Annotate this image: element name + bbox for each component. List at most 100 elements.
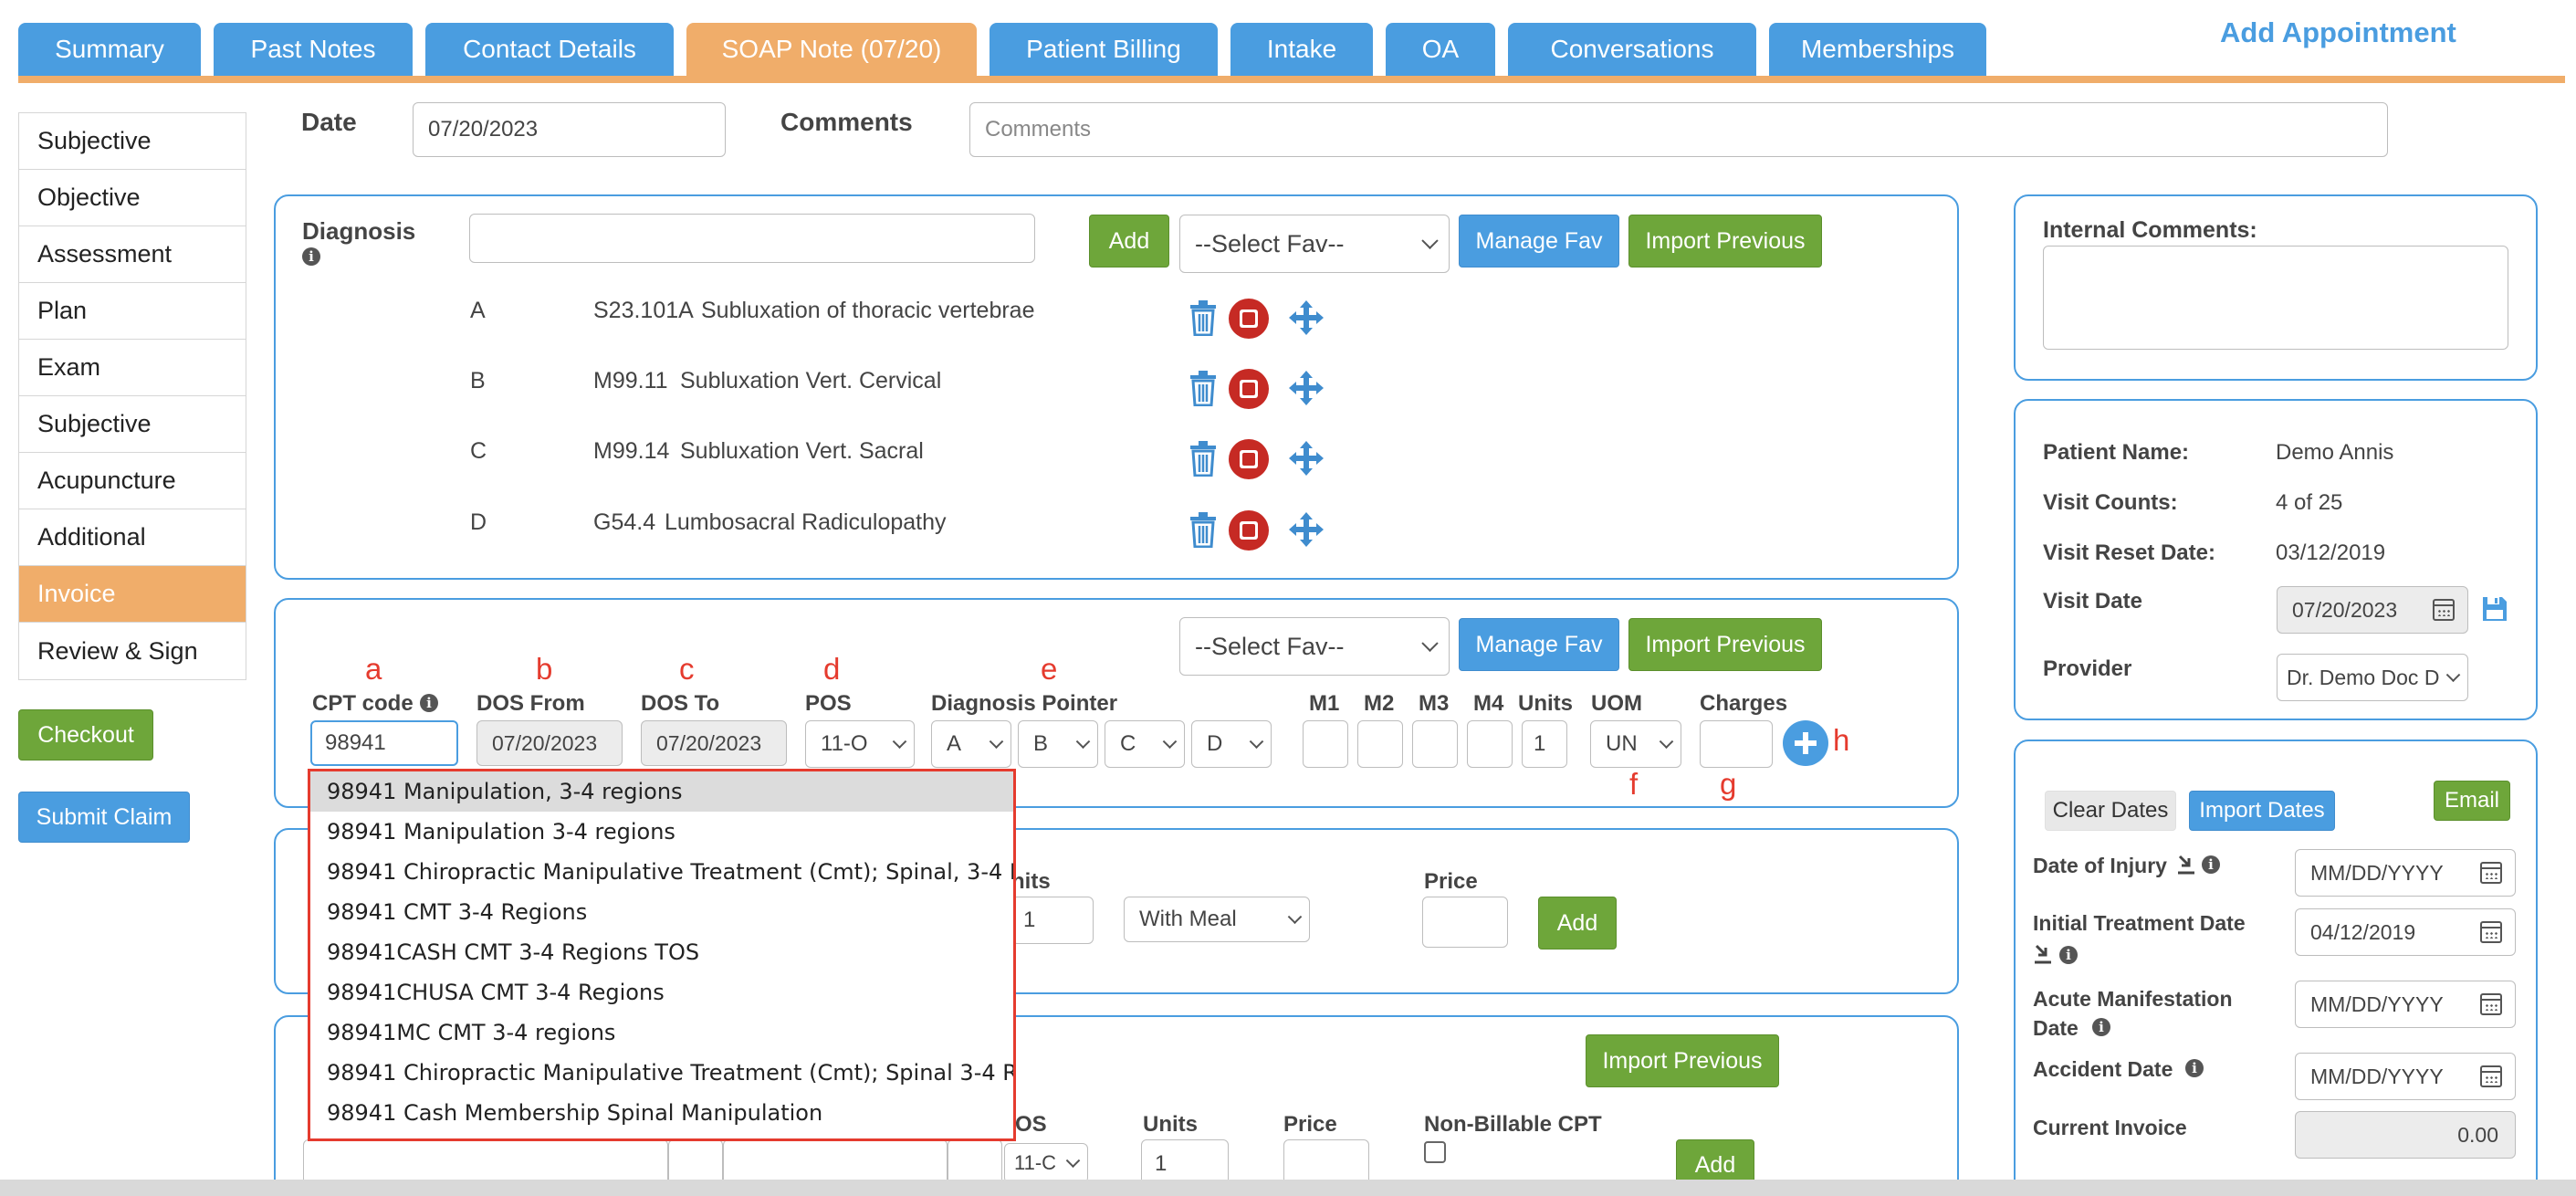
cpt-suggestion-item[interactable]: 98941 Chiropractic Manipulative Treatmen… [310,852,1013,892]
tab-conversations[interactable]: Conversations [1508,23,1756,76]
move-icon[interactable] [1288,440,1325,477]
cpt-suggestion-item[interactable]: 98941MC CMT 3-4 regions [310,1012,1013,1053]
trash-icon[interactable] [1189,370,1218,406]
initial-treatment-info-icon[interactable]: i [2059,946,2078,964]
tab-patient-billing[interactable]: Patient Billing [990,23,1218,76]
cpt-code-info-icon[interactable]: i [420,694,438,712]
date-input[interactable]: 07/20/2023 [413,102,726,157]
cpt-suggestion-item[interactable]: 98941 Cash Membership Spinal Manipulatio… [310,1093,1013,1133]
email-button[interactable]: Email [2434,781,2510,821]
move-icon[interactable] [1288,299,1325,336]
date-of-injury-input[interactable]: MM/DD/YYYY [2295,849,2516,897]
accident-date-info-icon[interactable]: i [2185,1059,2204,1077]
trash-icon[interactable] [1189,511,1218,548]
acute-manifestation-date-input[interactable]: MM/DD/YYYY [2295,981,2516,1028]
meal-select[interactable]: With Meal [1124,897,1310,942]
move-icon[interactable] [1288,511,1325,548]
nav-item-subjective-2[interactable]: Subjective [19,396,246,453]
units-input[interactable]: 1 [1522,720,1567,768]
tab-past-notes[interactable]: Past Notes [214,23,413,76]
diagnosis-pointer-4-select[interactable]: D [1191,720,1272,768]
nav-item-invoice[interactable]: Invoice [19,566,246,623]
stop-icon[interactable] [1229,369,1269,409]
tab-summary[interactable]: Summary [18,23,201,76]
cpt-suggestion-item[interactable]: 98941 Chiropractic Manipulative Treatmen… [310,1053,1013,1093]
cpt-suggestion-item[interactable]: 98941CASH CMT 3-4 Regions TOS [310,932,1013,972]
nav-item-additional[interactable]: Additional [19,509,246,566]
nav-item-exam[interactable]: Exam [19,340,246,396]
trash-icon[interactable] [1189,299,1218,336]
clear-dates-button[interactable]: Clear Dates [2045,791,2176,831]
non-billable-checkbox[interactable] [1424,1141,1446,1163]
supplement-units-input[interactable]: 1 [1011,897,1094,944]
cpt-suggestion-item[interactable]: 98941CHUSA CMT 3-4 Regions [310,972,1013,1012]
diagnosis-add-button[interactable]: Add [1089,215,1169,268]
nav-item-acupuncture[interactable]: Acupuncture [19,453,246,509]
cpt-code-input[interactable]: 98941 [310,720,458,766]
diagnosis-pointer-2-select[interactable]: B [1018,720,1098,768]
calendar-icon[interactable] [2480,862,2502,884]
nav-item-plan[interactable]: Plan [19,283,246,340]
accident-date-input[interactable]: MM/DD/YYYY [2295,1053,2516,1100]
cpt-import-previous-button[interactable]: Import Previous [1628,618,1822,671]
tab-intake[interactable]: Intake [1230,23,1373,76]
pos-select[interactable]: 11-O [805,720,915,768]
cpt-manage-fav-button[interactable]: Manage Fav [1459,618,1619,671]
internal-comments-textarea[interactable] [2043,246,2508,350]
stop-icon[interactable] [1229,299,1269,339]
diagnosis-import-previous-button[interactable]: Import Previous [1628,215,1822,268]
tab-soap-note[interactable]: SOAP Note (07/20) [686,23,977,76]
diagnosis-pointer-1-select[interactable]: A [931,720,1011,768]
modifier-1-input[interactable] [1303,720,1348,768]
cpt-suggestion-item[interactable]: 98941 CMT 3-4 Regions [310,892,1013,932]
submit-claim-button[interactable]: Submit Claim [18,792,190,843]
initial-treatment-date-input[interactable]: 04/12/2019 [2295,908,2516,956]
nav-item-assessment[interactable]: Assessment [19,226,246,283]
import-dates-button[interactable]: Import Dates [2189,791,2335,831]
save-icon[interactable] [2481,595,2508,623]
uom-select[interactable]: UN [1590,720,1681,768]
add-cpt-line-icon[interactable] [1782,719,1829,767]
stop-icon[interactable] [1229,439,1269,479]
calendar-icon[interactable] [2480,921,2502,943]
comments-input[interactable]: Comments [969,102,2388,157]
tab-memberships[interactable]: Memberships [1769,23,1986,76]
supplement-price-input[interactable] [1422,897,1508,948]
move-icon[interactable] [1288,370,1325,406]
add-appointment-link[interactable]: Add Appointment [2220,16,2456,49]
cpt-suggestion-item[interactable]: 98941 Manipulation, 3-4 regions [310,771,1013,812]
dos-from-input[interactable]: 07/20/2023 [476,720,623,766]
calendar-icon[interactable] [2433,599,2455,621]
nav-item-subjective[interactable]: Subjective [19,113,246,170]
calendar-icon[interactable] [2480,993,2502,1015]
dos-to-input[interactable]: 07/20/2023 [641,720,787,766]
service-pos-select[interactable]: 11-C [1004,1143,1088,1183]
nav-item-objective[interactable]: Objective [19,170,246,226]
service-os-label: OS [1015,1112,1047,1137]
diagnosis-info-icon[interactable]: i [302,247,320,266]
supplement-add-button[interactable]: Add [1538,897,1617,949]
modifier-2-input[interactable] [1357,720,1403,768]
diagnosis-pointer-3-select[interactable]: C [1105,720,1185,768]
cpt-suggestion-item[interactable]: 98941 Manipulation 3-4 regions [310,812,1013,852]
diagnosis-search-input[interactable] [469,214,1035,263]
modifier-3-input[interactable] [1412,720,1458,768]
stop-icon[interactable] [1229,510,1269,551]
date-of-injury-info-icon[interactable]: i [2202,855,2220,874]
acute-manifestation-info-icon[interactable]: i [2092,1018,2110,1036]
diagnosis-manage-fav-button[interactable]: Manage Fav [1459,215,1619,268]
visit-date-input[interactable]: 07/20/2023 [2277,586,2468,634]
calendar-icon[interactable] [2480,1065,2502,1087]
diagnosis-select-fav[interactable]: --Select Fav-- [1179,215,1450,273]
provider-select[interactable]: Dr. Demo Doc D [2277,654,2468,701]
trash-icon[interactable] [1189,440,1218,477]
charges-input[interactable] [1700,720,1773,768]
cpt-select-fav[interactable]: --Select Fav-- [1179,617,1450,676]
tab-oa[interactable]: OA [1386,23,1495,76]
non-billable-label: Non-Billable CPT [1424,1112,1602,1137]
service-import-previous-button[interactable]: Import Previous [1586,1034,1779,1087]
modifier-4-input[interactable] [1467,720,1513,768]
nav-item-review-sign[interactable]: Review & Sign [19,623,246,679]
tab-contact-details[interactable]: Contact Details [425,23,674,76]
checkout-button[interactable]: Checkout [18,709,153,761]
